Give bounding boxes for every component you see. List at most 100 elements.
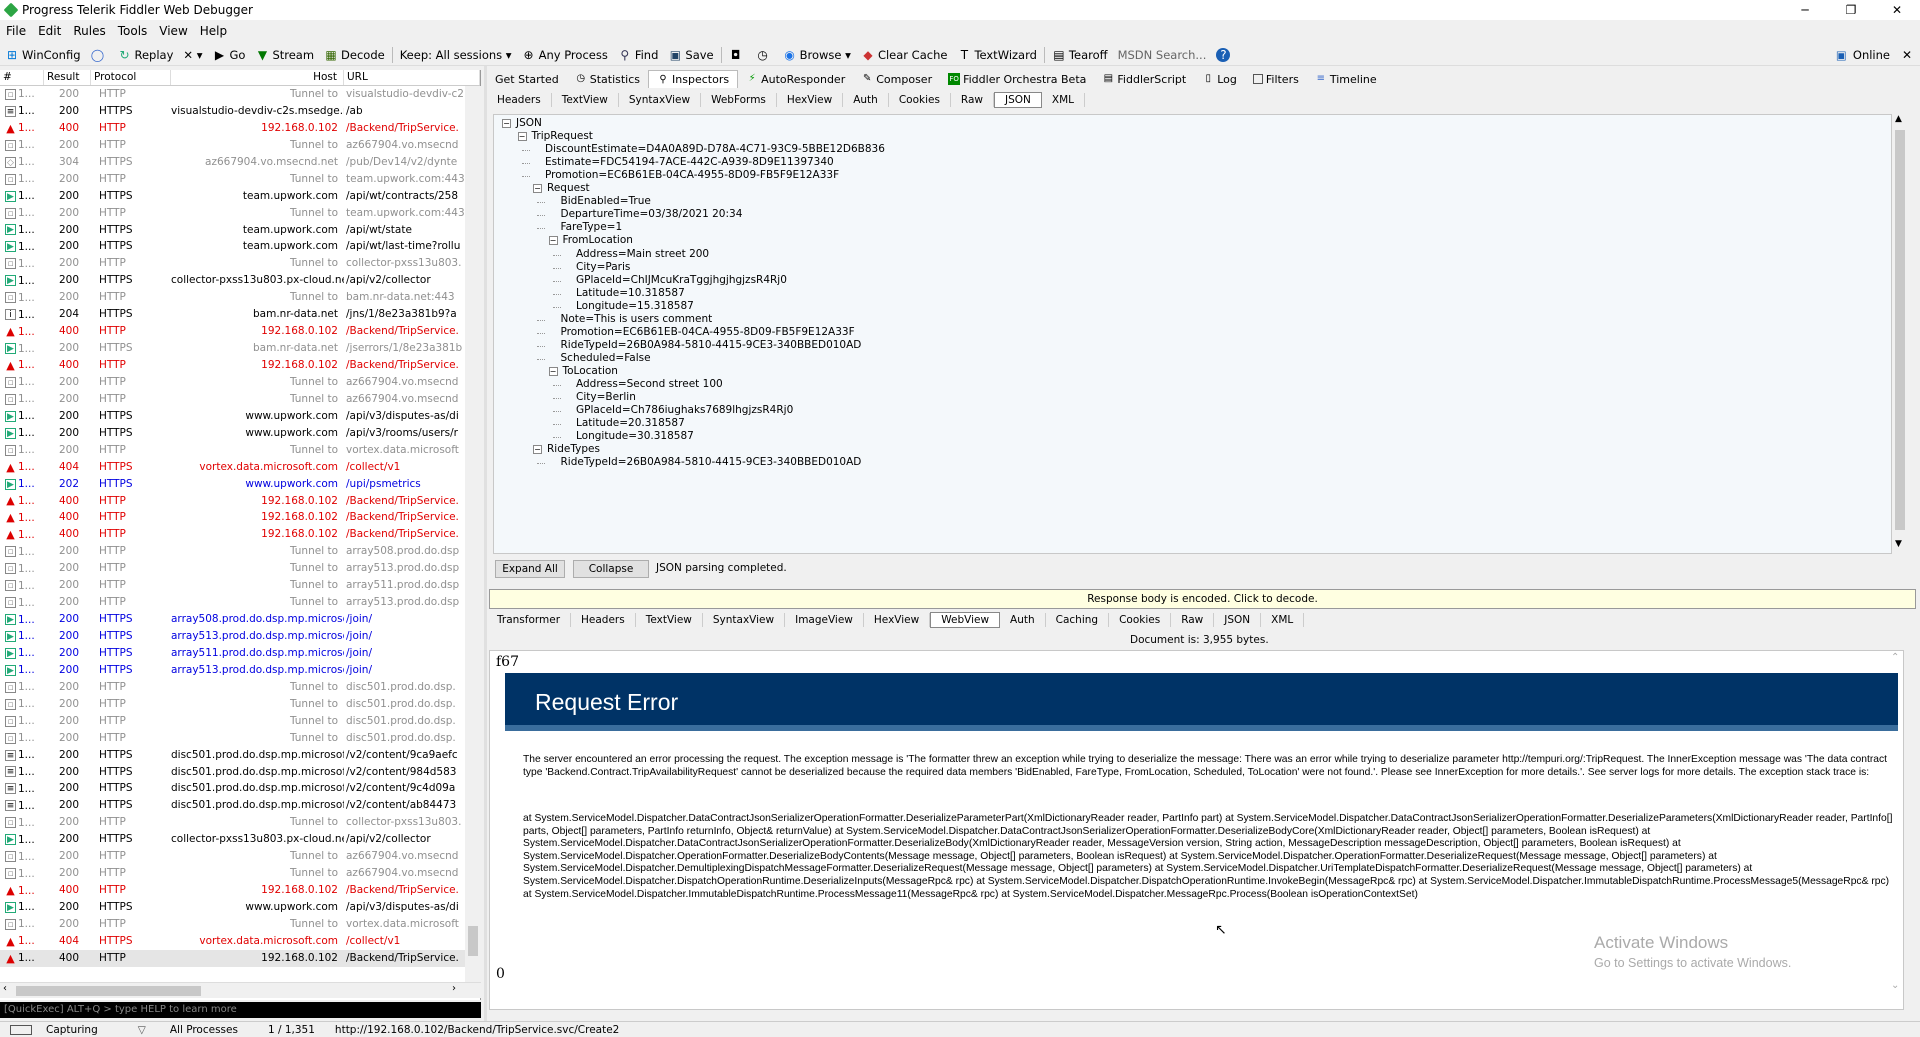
req-tab-textview[interactable]: TextView <box>552 93 619 107</box>
replay-button[interactable]: ↻ Replay <box>113 45 179 65</box>
table-row[interactable]: ▶ 1... 200 HTTPS array513.prod.do.dsp.mp.mic… <box>0 628 480 645</box>
menu-view[interactable]: View <box>153 24 193 38</box>
scroll-left-icon[interactable]: ‹ <box>3 983 7 994</box>
table-row[interactable]: ▫ 1... 200 HTTP Tunnel to az667904.vo.msecnd <box>0 137 480 154</box>
table-row[interactable]: ▫ 1... 200 HTTP Tunnel to collector-pxss13u80… <box>0 814 480 831</box>
table-row[interactable]: ▲ 1... 400 HTTP 192.168.0.102/Backend/TripSe… <box>0 120 480 137</box>
close-button[interactable]: ✕ <box>1874 0 1920 20</box>
tab-timeline[interactable]: ≡ Timeline <box>1307 73 1385 86</box>
table-row[interactable]: ▶ 1... 200 HTTPS array511.prod.do.dsp.mp.mic… <box>0 645 480 662</box>
json-node[interactable]: ToLocation <box>563 365 618 378</box>
winconfig-button[interactable]: ⊞ WinConfig <box>0 45 86 65</box>
menu-edit[interactable]: Edit <box>32 24 67 38</box>
json-node[interactable]: Promotion=EC6B61EB-04CA-4955-8D09-FB5F9E… <box>561 326 855 339</box>
resp-tab-textview[interactable]: TextView <box>636 613 703 627</box>
collapse-button[interactable]: Collapse <box>573 560 649 578</box>
table-row[interactable]: ▶ 1... 200 HTTPS www.upwork.com/api/v3/dispu… <box>0 899 480 916</box>
table-row[interactable]: ▶ 1... 200 HTTPS team.upwork.com/api/wt/last… <box>0 238 480 255</box>
browse-button[interactable]: ◉ Browse ▾ <box>778 45 856 65</box>
screenshot-button[interactable]: ◘ <box>724 45 751 65</box>
table-row[interactable]: ▫ 1... 200 HTTP Tunnel to vortex.data.microso… <box>0 442 480 459</box>
tab-autoresponder[interactable]: ⚡ AutoResponder <box>738 73 853 86</box>
minimize-button[interactable]: ─ <box>1782 0 1828 20</box>
collapse-toggle-icon[interactable]: − <box>533 445 542 455</box>
tab-filters[interactable]: Filters <box>1245 73 1307 86</box>
table-row[interactable]: ▲ 1... 400 HTTP 192.168.0.102/Backend/TripSe… <box>0 882 480 899</box>
req-tab-headers[interactable]: Headers <box>487 93 552 107</box>
keep-sessions-dropdown[interactable]: Keep: All sessions ▾ <box>395 45 517 65</box>
json-node[interactable]: DiscountEstimate=D4A0A89D-D78A-4C71-93C9… <box>545 143 885 156</box>
menu-help[interactable]: Help <box>194 24 233 38</box>
resp-tab-webview[interactable]: WebView <box>930 612 1001 628</box>
process-filter[interactable]: ▽ All Processes <box>118 1024 258 1036</box>
table-row[interactable]: ▫ 1... 200 HTTP Tunnel to az667904.vo.msecnd <box>0 865 480 882</box>
json-node[interactable]: Address=Main street 200 <box>576 248 709 261</box>
table-row[interactable]: ▫ 1... 200 HTTP Tunnel to vortex.data.microso… <box>0 916 480 933</box>
table-row[interactable]: ▲ 1... 400 HTTP 192.168.0.102/Backend/TripSe… <box>0 526 480 543</box>
req-tab-webforms[interactable]: WebForms <box>701 93 777 107</box>
panel-splitter[interactable] <box>484 66 487 1021</box>
json-node[interactable]: RideTypes <box>547 443 600 456</box>
stream-button[interactable]: ▼ Stream <box>250 45 319 65</box>
table-row[interactable]: ▫ 1... 200 HTTP Tunnel to az667904.vo.msecnd <box>0 391 480 408</box>
table-row[interactable]: ▫ 1... 200 HTTP Tunnel to disc501.prod.do.dsp… <box>0 696 480 713</box>
collapse-toggle-icon[interactable]: − <box>517 132 527 142</box>
json-node[interactable]: Latitude=20.318587 <box>576 417 685 430</box>
col-url[interactable]: URL <box>344 70 480 85</box>
json-node[interactable]: City=Berlin <box>576 391 636 404</box>
timer-button[interactable]: ◷ <box>751 45 778 65</box>
tab-fiddlerscript[interactable]: ▤ FiddlerScript <box>1094 73 1194 86</box>
tab-inspectors[interactable]: ⚲ Inspectors <box>648 70 739 88</box>
table-row[interactable]: ▲ 1... 400 HTTP 192.168.0.102/Backend/TripSe… <box>0 509 480 526</box>
table-row[interactable]: ◇ 1... 304 HTTPS az667904.vo.msecnd.net/pub/… <box>0 154 480 171</box>
table-row[interactable]: ▫ 1... 200 HTTP Tunnel to array511.prod.do.ds… <box>0 577 480 594</box>
table-row[interactable]: ▲ 1... 400 HTTP 192.168.0.102/Backend/TripSe… <box>0 493 480 510</box>
table-row[interactable]: ≡ 1... 200 HTTPS disc501.prod.do.dsp.mp.micr… <box>0 747 480 764</box>
json-node[interactable]: City=Paris <box>576 261 630 274</box>
json-node[interactable]: Longitude=15.318587 <box>576 300 694 313</box>
resp-tab-raw[interactable]: Raw <box>1171 613 1215 627</box>
table-row[interactable]: ▲ 1... 400 HTTP 192.168.0.102/Backend/TripSe… <box>0 323 480 340</box>
json-node[interactable]: RideTypeId=26B0A984-5810-4415-9CE3-340BB… <box>561 456 862 469</box>
scroll-up-icon[interactable]: ▲ <box>1895 114 1902 124</box>
resp-tab-auth[interactable]: Auth <box>1000 613 1046 627</box>
json-node[interactable]: JSON <box>516 117 542 130</box>
menu-tools[interactable]: Tools <box>112 24 154 38</box>
tab-get-started[interactable]: Get Started <box>487 73 567 86</box>
table-row[interactable]: ▶ 1... 200 HTTPS array508.prod.do.dsp.mp.mic… <box>0 611 480 628</box>
req-tab-cookies[interactable]: Cookies <box>889 93 951 107</box>
json-node[interactable]: FromLocation <box>563 234 633 247</box>
online-indicator[interactable]: ▣ Online <box>1836 44 1890 66</box>
tab-log[interactable]: ▯ Log <box>1194 73 1245 86</box>
table-row[interactable]: ▫ 1... 200 HTTP Tunnel to array508.prod.do.ds… <box>0 543 480 560</box>
find-button[interactable]: ⚲ Find <box>613 45 664 65</box>
menu-rules[interactable]: Rules <box>67 24 111 38</box>
json-node[interactable]: Estimate=FDC54194-7ACE-442C-A939-8D9E113… <box>545 156 834 169</box>
resp-tab-cookies[interactable]: Cookies <box>1109 613 1172 627</box>
table-row[interactable]: ▫ 1... 200 HTTP Tunnel to team.upwork.com:443 <box>0 171 480 188</box>
table-row[interactable]: ≡ 1... 200 HTTPS visualstudio-devdiv-c2s.mse… <box>0 103 480 120</box>
json-node[interactable]: RideTypeId=26B0A984-5810-4415-9CE3-340BB… <box>561 339 862 352</box>
menu-file[interactable]: File <box>0 24 32 38</box>
table-row[interactable]: ▶ 1... 200 HTTPS collector-pxss13u803.px-clo… <box>0 831 480 848</box>
json-node[interactable]: Longitude=30.318587 <box>576 430 694 443</box>
table-row[interactable]: ▫ 1... 200 HTTP Tunnel to az667904.vo.msecnd <box>0 848 480 865</box>
collapse-toggle-icon[interactable]: − <box>533 184 542 194</box>
table-row[interactable]: ▫ 1... 200 HTTP Tunnel to array513.prod.do.ds… <box>0 560 480 577</box>
table-row[interactable]: ▶ 1... 202 HTTPS www.upwork.com/upi/psmetric… <box>0 476 480 493</box>
collapse-toggle-icon[interactable]: − <box>548 236 558 246</box>
table-row[interactable]: ≡ 1... 200 HTTPS disc501.prod.do.dsp.mp.micr… <box>0 780 480 797</box>
decode-response-bar[interactable]: Response body is encoded. Click to decod… <box>489 589 1916 609</box>
table-row[interactable]: ▶ 1... 200 HTTPS www.upwork.com/api/v3/rooms… <box>0 425 480 442</box>
table-row[interactable]: ▫ 1... 200 HTTP Tunnel to visualstudio-devdiv… <box>0 86 480 103</box>
maximize-button[interactable]: ❐ <box>1828 0 1874 20</box>
table-row[interactable]: ▫ 1... 200 HTTP Tunnel to array513.prod.do.ds… <box>0 594 480 611</box>
json-node[interactable]: Latitude=10.318587 <box>576 287 685 300</box>
resp-tab-caching[interactable]: Caching <box>1046 613 1110 627</box>
table-row[interactable]: ▲ 1... 404 HTTPS vortex.data.microsoft.com/c… <box>0 933 480 950</box>
json-node[interactable]: Request <box>547 182 590 195</box>
json-node[interactable]: GPlaceId=Ch786iughaks7689lhgjzsR4Rj0 <box>576 404 793 417</box>
session-vertical-scrollbar[interactable] <box>465 86 481 982</box>
table-row[interactable]: ▶ 1... 200 HTTPS team.upwork.com/api/wt/stat… <box>0 222 480 239</box>
scroll-thumb[interactable] <box>16 986 201 996</box>
